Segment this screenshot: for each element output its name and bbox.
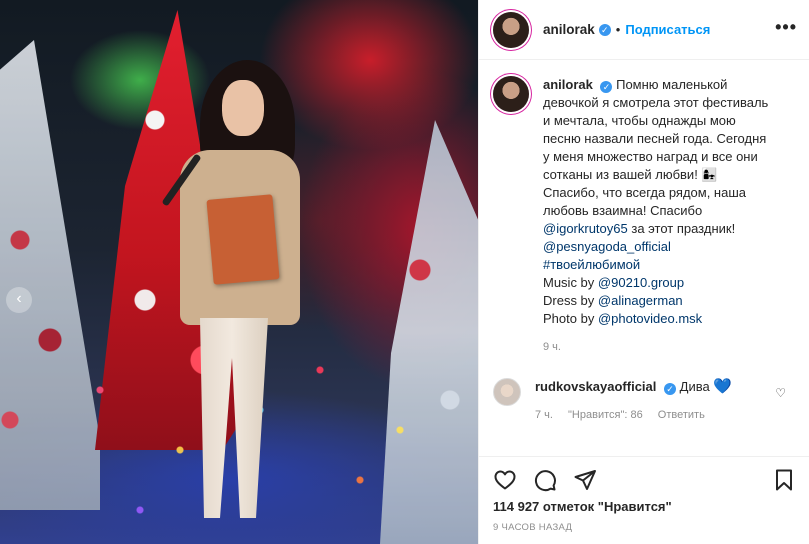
chevron-left-icon[interactable]: ‹ — [6, 287, 32, 313]
credit-label: Photo by — [543, 311, 598, 326]
blue-heart-emoji: 💙 — [713, 378, 732, 395]
award-folder — [206, 194, 280, 285]
caption-text: за этот праздник! — [627, 221, 736, 236]
mention-link[interactable]: @alinagerman — [598, 293, 683, 308]
action-bar: 114 927 отметок "Нравится" 9 ЧАСОВ НАЗАД — [479, 456, 809, 533]
verified-icon: ✓ — [598, 23, 611, 36]
comments-panel[interactable]: anilorak ✓ Помню маленькой девочкой я см… — [479, 60, 809, 456]
caption-body: anilorak ✓ Помню маленькой девочкой я см… — [543, 76, 773, 356]
caption-time: 9 ч. — [543, 341, 561, 353]
post-timestamp: 9 ЧАСОВ НАЗАД — [493, 522, 573, 533]
heart-icon[interactable] — [493, 468, 517, 492]
comment-likes[interactable]: "Нравится": 86 — [568, 409, 643, 421]
avatar[interactable] — [493, 11, 529, 48]
avatar[interactable] — [493, 378, 521, 406]
mention-link[interactable]: @photovideo.msk — [598, 311, 702, 326]
comment-body: rudkovskayaofficial ✓ Дива 💙 7 ч. "Нрави… — [535, 378, 732, 424]
likes-count[interactable]: 114 927 отметок "Нравится" — [493, 499, 796, 514]
action-icons — [493, 463, 796, 497]
mention-link[interactable]: @90210.group — [598, 275, 684, 290]
comment-icon[interactable] — [533, 468, 557, 492]
post-photo[interactable]: ‹ — [0, 0, 478, 544]
verified-icon: ✓ — [664, 383, 677, 395]
more-icon[interactable]: ••• — [775, 18, 797, 36]
comment-username[interactable]: rudkovskayaofficial — [535, 379, 656, 394]
mention-link[interactable]: @igorkrutoy65 — [543, 221, 628, 236]
avatar[interactable] — [493, 76, 529, 112]
caption-username[interactable]: anilorak — [543, 77, 593, 92]
performer-face — [222, 80, 264, 136]
post-header: anilorak ✓ • Подписаться ••• — [479, 0, 809, 60]
follow-button[interactable]: Подписаться — [625, 22, 710, 37]
comment-item: rudkovskayaofficial ✓ Дива 💙 7 ч. "Нрави… — [493, 378, 796, 424]
comment-text: Дива — [679, 379, 714, 394]
caption: anilorak ✓ Помню маленькой девочкой я см… — [493, 76, 796, 356]
reply-button[interactable]: Ответить — [658, 409, 705, 421]
hashtag-link[interactable]: #твоейлюбимой — [543, 257, 640, 272]
bookmark-icon[interactable] — [772, 468, 796, 492]
comment-meta: 7 ч. "Нравится": 86 Ответить — [535, 406, 732, 424]
mention-link[interactable]: @pesnyagoda_official — [543, 239, 671, 254]
credit-label: Music by — [543, 275, 598, 290]
separator-dot: • — [615, 22, 621, 37]
header-username[interactable]: anilorak — [543, 22, 595, 37]
share-icon[interactable] — [573, 468, 597, 492]
comment-time: 7 ч. — [535, 409, 553, 421]
caption-text: Помню маленькой девочкой я смотрела этот… — [543, 77, 769, 218]
post-sidebar: anilorak ✓ • Подписаться ••• anilorak ✓ … — [478, 0, 809, 544]
heart-icon[interactable]: ♡ — [775, 386, 786, 400]
verified-icon: ✓ — [600, 81, 613, 93]
credit-label: Dress by — [543, 293, 598, 308]
